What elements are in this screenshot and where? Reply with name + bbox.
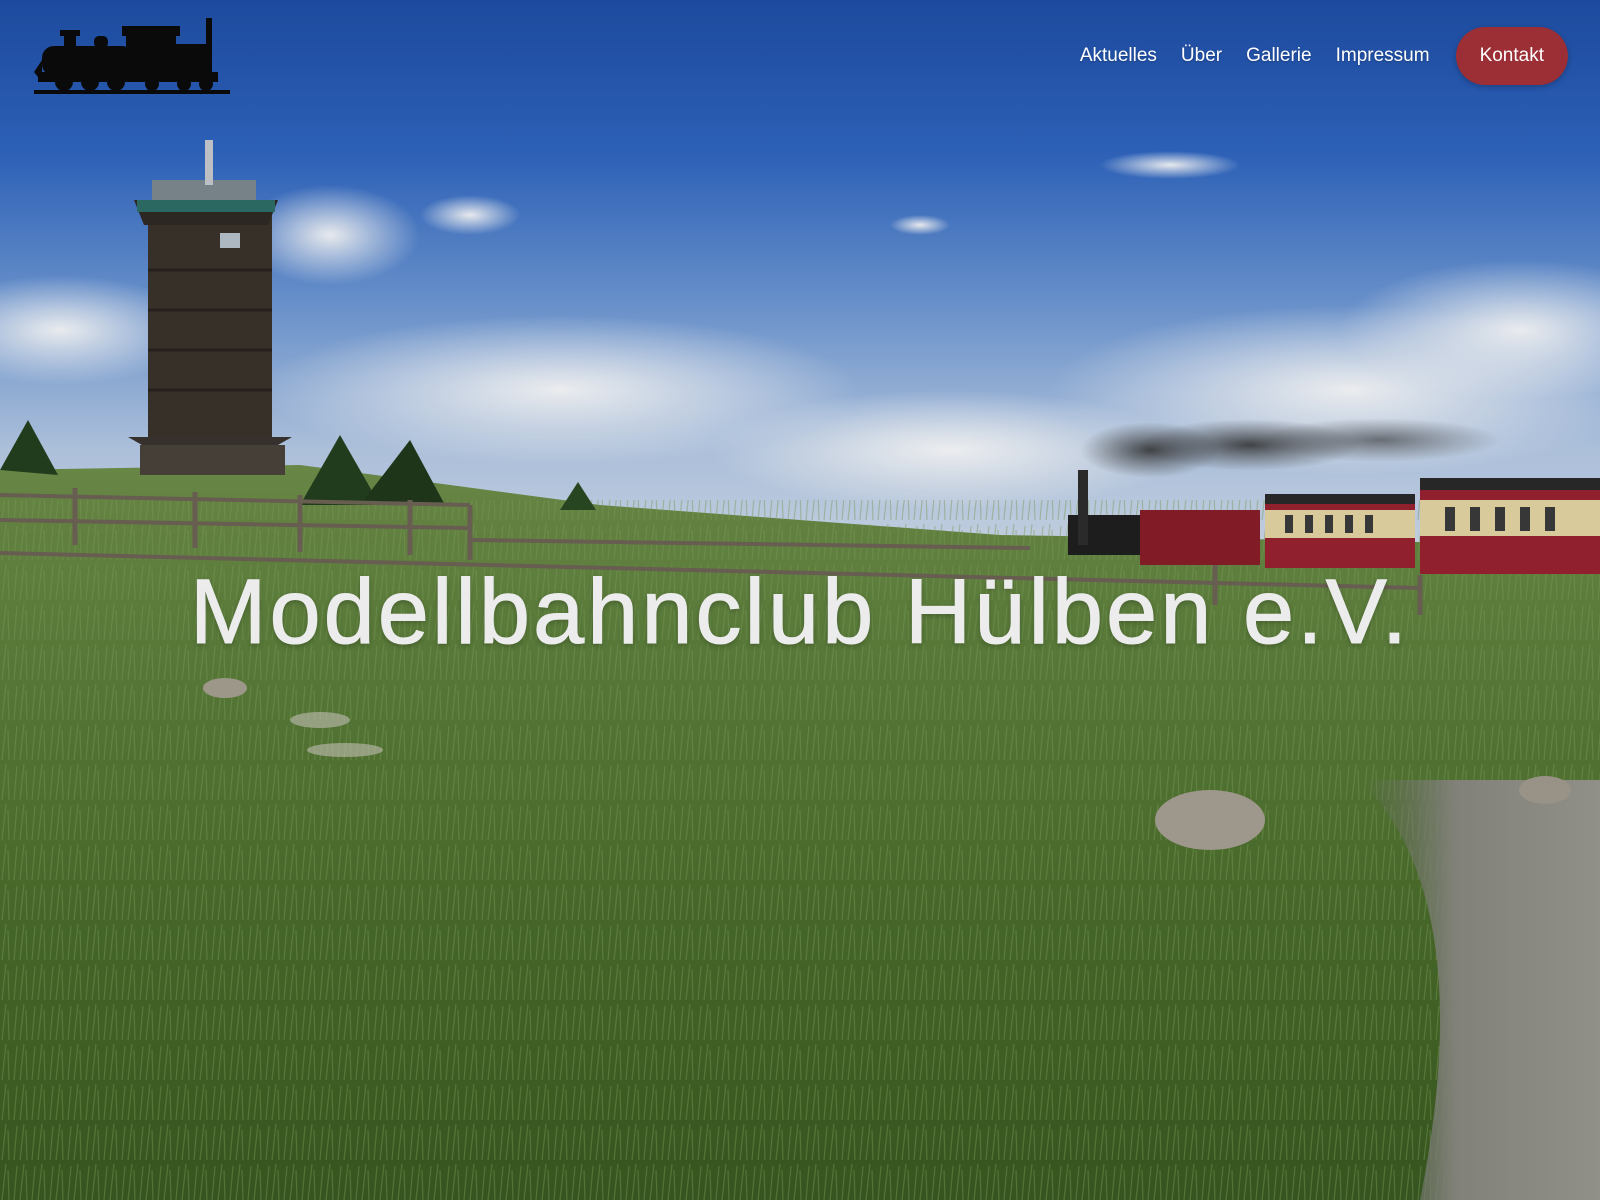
nav-link-ueber[interactable]: Über — [1169, 27, 1234, 85]
hero-title: Modellbahnclub Hülben e.V. — [189, 561, 1411, 664]
nav-link-gallerie[interactable]: Gallerie — [1234, 27, 1323, 85]
nav-link-impressum[interactable]: Impressum — [1324, 27, 1442, 85]
kontakt-button[interactable]: Kontakt — [1455, 27, 1568, 85]
main-navigation: Aktuelles Über Gallerie Impressum Kontak… — [1068, 27, 1568, 85]
page: Aktuelles Über Gallerie Impressum Kontak… — [0, 0, 1600, 1200]
site-header: Aktuelles Über Gallerie Impressum Kontak… — [0, 0, 1600, 120]
nav-link-aktuelles[interactable]: Aktuelles — [1068, 27, 1169, 85]
steam-locomotive-icon[interactable] — [34, 16, 230, 96]
